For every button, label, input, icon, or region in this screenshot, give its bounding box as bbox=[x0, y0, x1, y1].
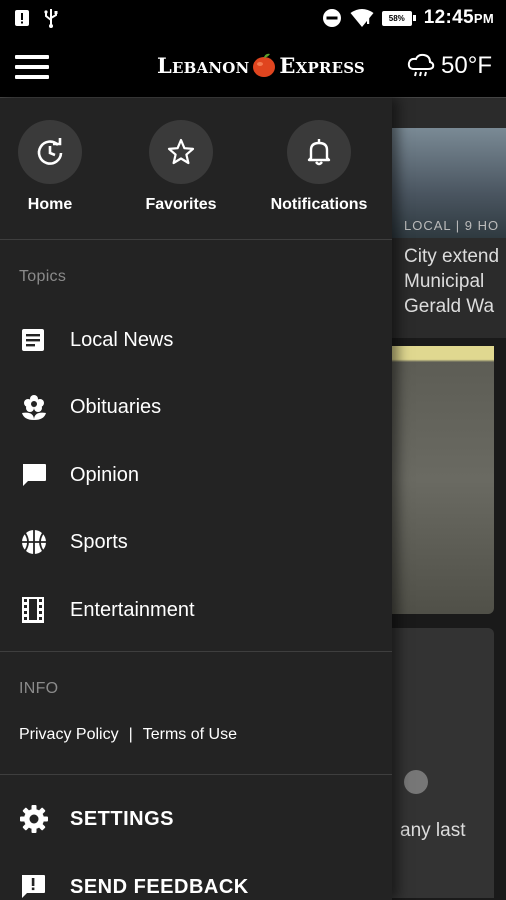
status-time: 12:45PM bbox=[424, 7, 494, 29]
article-feed-background: LOCAL | 9 HO City extend Municipal Geral… bbox=[392, 98, 506, 900]
flower-icon bbox=[22, 395, 46, 420]
divider bbox=[0, 774, 392, 775]
favorites-label: Favorites bbox=[145, 196, 217, 213]
battery-indicator: 58% bbox=[381, 10, 416, 26]
menu-button[interactable] bbox=[0, 36, 64, 98]
info-links: Privacy Policy | Terms of Use bbox=[19, 726, 237, 744]
quick-action-home[interactable]: Home bbox=[18, 120, 82, 214]
topic-obituaries[interactable]: Obituaries bbox=[0, 379, 392, 435]
weather-temperature: 50°F bbox=[441, 52, 492, 79]
terms-of-use-link[interactable]: Terms of Use bbox=[143, 726, 237, 744]
film-icon bbox=[22, 597, 44, 623]
logo-text-left: Lebanon bbox=[157, 52, 250, 78]
chat-bubble-icon bbox=[23, 464, 46, 486]
divider bbox=[0, 651, 392, 652]
topic-opinion[interactable]: Opinion bbox=[0, 447, 392, 503]
topic-label: Local News bbox=[70, 328, 174, 351]
basketball-icon bbox=[22, 530, 46, 554]
apple-logo-icon bbox=[253, 53, 276, 77]
avatar bbox=[404, 770, 428, 794]
settings-label: SETTINGS bbox=[70, 807, 175, 830]
send-feedback-label: SEND FEEDBACK bbox=[70, 875, 249, 898]
home-label: Home bbox=[27, 196, 73, 213]
send-feedback-button[interactable]: SEND FEEDBACK bbox=[0, 859, 392, 900]
topic-local-news[interactable]: Local News bbox=[0, 312, 392, 368]
privacy-policy-link[interactable]: Privacy Policy bbox=[19, 726, 119, 744]
home-button[interactable] bbox=[18, 120, 82, 184]
settings-button[interactable]: SETTINGS bbox=[0, 791, 392, 847]
article-tag: LOCAL | 9 HO bbox=[404, 218, 500, 233]
star-icon bbox=[167, 138, 195, 165]
logo-text-right: Express bbox=[279, 52, 365, 78]
feedback-icon bbox=[22, 875, 45, 898]
navigation-drawer: Home Favorites Notifications Topics Loca… bbox=[0, 98, 392, 900]
article-headline-line: Gerald Wa bbox=[404, 296, 495, 317]
hamburger-icon bbox=[15, 54, 49, 79]
status-bar: 58% 12:45PM bbox=[0, 0, 506, 36]
quick-action-notifications[interactable]: Notifications bbox=[271, 120, 367, 214]
topic-entertainment[interactable]: Entertainment bbox=[0, 582, 392, 638]
info-heading: INFO bbox=[19, 680, 59, 697]
battery-level: 58% bbox=[381, 10, 412, 26]
article-snippet: any last bbox=[400, 820, 466, 841]
app-bar: Lebanon Express 50°F bbox=[0, 36, 506, 98]
usb-icon bbox=[44, 9, 58, 28]
topics-heading: Topics bbox=[19, 268, 67, 285]
quick-action-favorites[interactable]: Favorites bbox=[145, 120, 217, 214]
topic-sports[interactable]: Sports bbox=[0, 514, 392, 570]
topic-label: Opinion bbox=[70, 463, 139, 486]
clock-ampm: PM bbox=[473, 11, 494, 26]
favorites-button[interactable] bbox=[149, 120, 213, 184]
topic-label: Obituaries bbox=[70, 395, 162, 418]
wifi-icon bbox=[350, 9, 374, 27]
article-icon bbox=[22, 329, 44, 351]
link-separator: | bbox=[128, 726, 133, 743]
app-logo: Lebanon Express bbox=[157, 52, 365, 78]
bell-icon bbox=[307, 139, 331, 166]
notifications-button[interactable] bbox=[287, 120, 351, 184]
notifications-label: Notifications bbox=[270, 196, 368, 213]
article-headline: City extend Municipal Gerald Wa bbox=[404, 244, 499, 319]
home-refresh-icon bbox=[37, 138, 63, 165]
topic-label: Sports bbox=[70, 530, 128, 553]
article-image bbox=[392, 346, 494, 614]
do-not-disturb-icon bbox=[322, 9, 341, 27]
rain-cloud-icon bbox=[407, 53, 435, 77]
weather-widget[interactable]: 50°F bbox=[407, 52, 492, 80]
article-headline-line: City extend bbox=[404, 246, 500, 267]
article-headline-line: Municipal bbox=[404, 271, 485, 292]
gear-icon bbox=[20, 805, 48, 833]
article-card bbox=[392, 628, 494, 898]
topic-label: Entertainment bbox=[70, 598, 195, 621]
divider bbox=[0, 239, 392, 240]
clock-time: 12:45 bbox=[423, 7, 474, 28]
alert-notification-icon bbox=[15, 10, 29, 26]
